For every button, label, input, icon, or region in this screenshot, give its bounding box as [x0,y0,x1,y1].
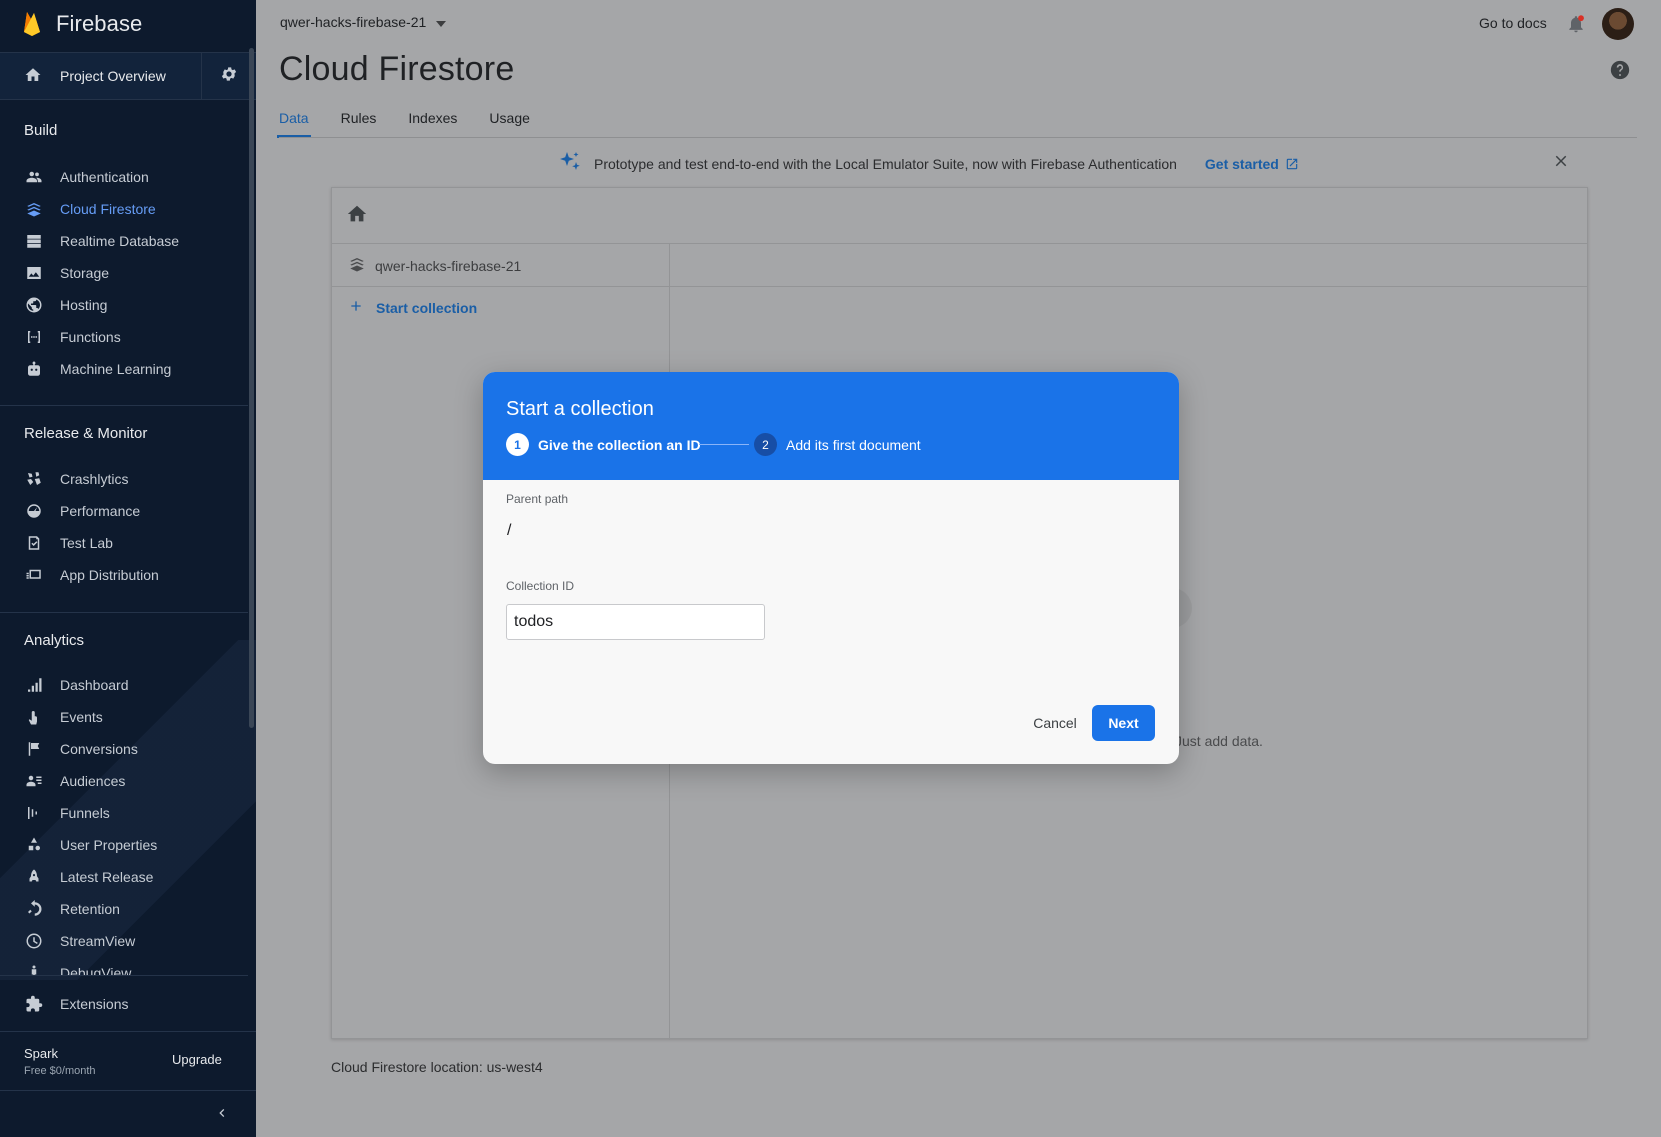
sidebar-item-dashboard[interactable]: Dashboard [0,669,248,701]
close-icon[interactable] [1552,152,1570,175]
sidebar-item-events[interactable]: Events [0,701,248,733]
project-selector[interactable]: qwer-hacks-firebase-21 [280,14,447,30]
dialog-title: Start a collection [506,398,654,420]
project-name: qwer-hacks-firebase-21 [280,14,427,30]
empty-state-text: Just add data. [1175,733,1263,749]
clock-icon [24,931,44,951]
collapse-sidebar-row [0,1090,256,1137]
sidebar: Firebase Project Overview Build Authenti… [0,0,256,1137]
rocket-icon [24,867,44,887]
sidebar-item-label: StreamView [60,933,136,949]
sidebar-item-audiences[interactable]: Audiences [0,765,248,797]
banner-text: Prototype and test end-to-end with the L… [594,155,1177,172]
start-collection-button[interactable]: Start collection [348,298,477,317]
caret-down-icon [436,14,447,30]
tab-data[interactable]: Data [277,100,311,138]
sidebar-item-label: Conversions [60,741,138,757]
parent-path-value: / [507,522,512,539]
sidebar-item-latest-release[interactable]: Latest Release [0,861,248,893]
tab-rules[interactable]: Rules [341,100,377,138]
plan-row: Spark Free $0/month Upgrade [0,1031,256,1089]
extensions-icon [24,994,44,1014]
firestore-tabs: Data Rules Indexes Usage [277,100,562,138]
flag-icon [24,739,44,759]
sidebar-item-label: Dashboard [60,677,129,693]
collection-id-label: Collection ID [506,579,575,593]
stepper-step-1: 1 Give the collection an ID [506,433,701,456]
panel-divider [332,243,1587,244]
sidebar-item-retention[interactable]: Retention [0,893,248,925]
sidebar-item-label: Extensions [60,996,129,1012]
plus-icon [348,298,364,317]
sidebar-divider [0,975,248,976]
sidebar-item-extensions[interactable]: Extensions [0,988,248,1020]
page-title: Cloud Firestore [279,50,515,88]
step-number: 1 [506,433,529,456]
sidebar-item-label: Retention [60,901,120,917]
collection-id-input[interactable] [506,604,765,640]
tabs-divider [279,137,1637,138]
upgrade-button[interactable]: Upgrade [172,1052,222,1067]
notification-bell-icon[interactable] [1566,13,1586,40]
get-started-link[interactable]: Get started [1205,156,1299,172]
step-label: Give the collection an ID [538,436,701,453]
debug-icon [24,963,44,975]
retention-icon [24,899,44,919]
get-started-label: Get started [1204,155,1279,172]
home-icon[interactable] [346,203,368,230]
parent-path-label: Parent path [506,492,569,506]
step-number: 2 [754,433,777,456]
step-label: Add its first document [786,436,921,453]
sidebar-item-conversions[interactable]: Conversions [0,733,248,765]
sidebar-item-label: User Properties [60,837,158,853]
sidebar-item-streamview[interactable]: StreamView [0,925,248,957]
sidebar-item-user-properties[interactable]: User Properties [0,829,248,861]
plan-price: Free $0/month [24,1065,96,1077]
funnel-icon [24,803,44,823]
stepper-connector [699,444,749,445]
panel-divider [332,286,1587,287]
tab-usage[interactable]: Usage [489,100,529,138]
sidebar-item-label: Funnels [60,805,110,821]
external-link-icon [1286,158,1298,169]
dialog-header: Start a collection 1 Give the collection… [483,372,1179,480]
sidebar-item-funnels[interactable]: Funnels [0,797,248,829]
next-button[interactable]: Next [1092,705,1155,741]
touch-icon [24,707,44,727]
start-collection-label: Start collection [376,299,478,316]
sidebar-scrollbar[interactable] [249,48,254,728]
chevron-left-icon[interactable] [214,1105,230,1126]
stepper-step-2: 2 Add its first document [754,433,921,456]
firestore-location: Cloud Firestore location: us-west4 [331,1059,543,1075]
database-root-label: qwer-hacks-firebase-21 [375,257,522,274]
user-avatar[interactable] [1602,8,1634,40]
start-collection-dialog: Start a collection 1 Give the collection… [483,372,1179,764]
bar-chart-icon [24,675,44,695]
cancel-button[interactable]: Cancel [1018,705,1092,741]
audience-icon [24,771,44,791]
database-root-item[interactable]: qwer-hacks-firebase-21 [348,255,521,276]
shapes-icon [24,835,44,855]
emulator-banner: Prototype and test end-to-end with the L… [558,150,1299,177]
sidebar-item-debugview[interactable]: DebugView [0,957,248,975]
go-to-docs-link[interactable]: Go to docs [1479,15,1547,31]
sidebar-item-label: DebugView [60,965,132,975]
help-icon[interactable] [1610,60,1630,85]
sparkle-icon [558,150,582,177]
firestore-icon [348,255,366,276]
plan-name: Spark [24,1046,58,1061]
tab-indexes[interactable]: Indexes [408,100,457,138]
sidebar-item-label: Audiences [60,773,126,789]
sidebar-item-label: Events [60,709,103,725]
sidebar-item-label: Latest Release [60,869,154,885]
